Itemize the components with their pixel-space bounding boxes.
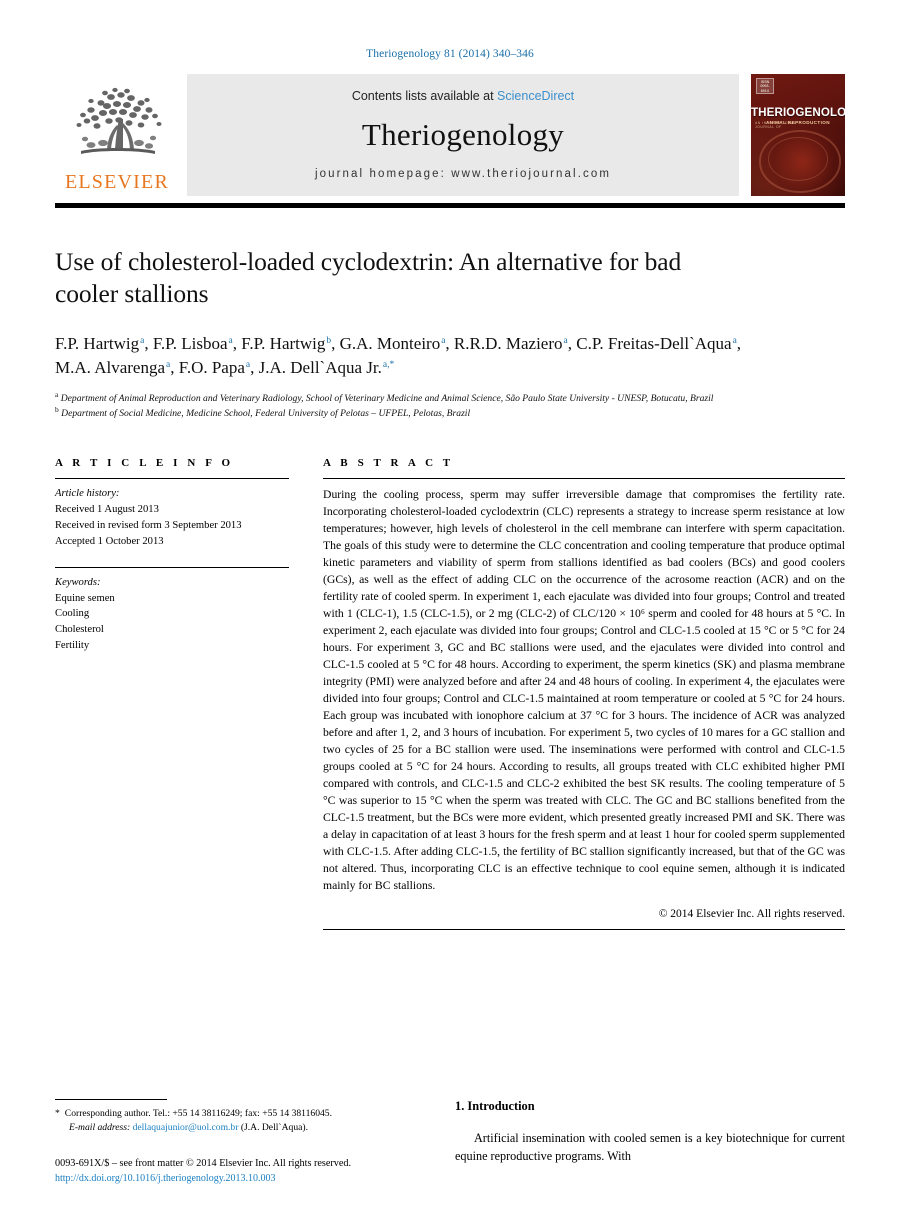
author-affiliation-mark: b [326, 335, 332, 346]
keywords-rule [55, 566, 289, 568]
issn-line: 0093-691X/$ – see front matter © 2014 El… [55, 1157, 352, 1169]
article-history-label: Article history: [55, 488, 120, 500]
sciencedirect-link[interactable]: ScienceDirect [497, 89, 574, 103]
page-footer-region: * Corresponding author. Tel.: +55 14 3811… [55, 1098, 845, 1186]
article-history-item: Accepted 1 October 2013 [55, 535, 164, 547]
keyword-item: Cholesterol [55, 624, 104, 636]
author-name: F.P. Lisboa [152, 334, 228, 354]
article-info-heading: A R T I C L E I N F O [55, 457, 234, 470]
issn-block: 0093-691X/$ – see front matter © 2014 El… [55, 1156, 415, 1186]
footnote-rule [55, 1098, 167, 1100]
author-name: M.A. Alvarenga [55, 358, 166, 378]
email-owner: (J.A. Dell`Aqua). [240, 1122, 308, 1134]
cover-journal-title: THERIOGENOLOGY [751, 105, 845, 119]
running-head: Theriogenology 81 (2014) 340–346 [366, 48, 534, 60]
corresponding-author-note: * Corresponding author. Tel.: +55 14 3811… [55, 1107, 415, 1122]
author-affiliation-mark: a [732, 335, 737, 346]
corresponding-author-text: Corresponding author. Tel.: +55 14 38116… [64, 1107, 333, 1119]
introduction-column: 1. Introduction Artificial insemination … [455, 1099, 845, 1186]
introduction-heading: 1. Introduction [455, 1098, 535, 1113]
author-name: G.A. Monteiro [339, 334, 441, 354]
author-affiliation-mark: a [245, 359, 251, 370]
footnote-star: * [55, 1107, 60, 1119]
journal-cover-thumbnail[interactable]: ISSN 0093-691X THERIOGENOLOGY AN INTERNA… [751, 74, 845, 196]
journal-masthead: ELSEVIER Contents lists available at Sci… [55, 74, 845, 196]
email-link[interactable]: dellaquajunior@uol.com.br [133, 1122, 239, 1133]
info-abstract-columns: A R T I C L E I N F O Article history: R… [55, 457, 845, 931]
journal-banner: Contents lists available at ScienceDirec… [187, 74, 739, 196]
author-affiliation-mark: a,* [382, 359, 395, 370]
keyword-item: Cooling [55, 608, 90, 620]
cover-subtitle: ANIMAL REPRODUCTION [766, 120, 830, 126]
footer-left-column: * Corresponding author. Tel.: +55 14 3811… [55, 1098, 455, 1186]
abstract-body: During the cooling process, sperm may su… [323, 486, 845, 894]
author-affiliation-mark: a [441, 335, 446, 346]
article-history-item: Received 1 August 2013 [55, 503, 159, 515]
article-info-column: A R T I C L E I N F O Article history: R… [55, 457, 323, 930]
author-list: F.P. Hartwiga, F.P. Lisboaa, F.P. Hartwi… [55, 334, 742, 378]
elsevier-wordmark: ELSEVIER [64, 171, 170, 193]
cover-circle-inner [767, 137, 829, 181]
abstract-rule-bottom [323, 929, 845, 931]
masthead-divider [55, 203, 845, 208]
author-name: F.O. Papa [178, 358, 245, 378]
email-note: E-mail address: dellaquajunior@uol.com.b… [55, 1121, 415, 1136]
author-affiliation-mark: a [140, 335, 145, 346]
affiliation-list: a Department of Animal Reproduction and … [55, 390, 815, 422]
article-history-list: Received 1 August 2013 Received in revise… [55, 502, 289, 550]
introduction-paragraph: Artificial insemination with cooled seme… [455, 1130, 845, 1163]
keyword-item: Equine semen [55, 592, 115, 604]
author-affiliation-mark: a [166, 359, 171, 370]
abstract-heading: A B S T R A C T [323, 457, 454, 470]
journal-title: Theriogenology [361, 116, 565, 152]
email-address-label: E-mail address: [69, 1122, 131, 1134]
affiliation-entry: b Department of Social Medicine, Medicin… [55, 405, 471, 420]
abstract-column: A B S T R A C T During the cooling proce… [323, 457, 845, 931]
affiliation-mark: a [55, 389, 59, 399]
cover-issn-badge: ISSN 0093-691X [756, 78, 774, 94]
author-name: F.P. Hartwig [55, 334, 140, 354]
author-name: J.A. Dell`Aqua Jr. [258, 358, 382, 378]
keyword-item: Fertility [55, 640, 90, 652]
abstract-rule-top [323, 478, 845, 480]
article-info-rule-top [55, 478, 289, 480]
title-block: Use of cholesterol-loaded cyclodextrin: … [55, 246, 845, 421]
journal-article-page: Theriogenology 81 (2014) 340–346 ELSEVIE… [0, 0, 900, 1230]
author-name: R.R.D. Maziero [453, 334, 563, 354]
affiliation-entry: a Department of Animal Reproduction and … [55, 389, 714, 404]
author-name: F.P. Hartwig [241, 334, 326, 354]
contents-available-line: Contents lists available at ScienceDirec… [352, 89, 574, 103]
keyword-list: Equine semen Cooling Cholesterol Fertility [55, 591, 289, 655]
copyright-line: © 2014 Elsevier Inc. All rights reserved… [658, 908, 845, 921]
affiliation-mark: b [55, 405, 59, 415]
article-history-item: Received in revised form 3 September 201… [55, 519, 242, 531]
abstract-paragraph: During the cooling process, sperm may su… [323, 488, 845, 893]
elsevier-tree-icon [61, 79, 173, 171]
doi-link[interactable]: http://dx.doi.org/10.1016/j.theriogenolo… [55, 1171, 415, 1186]
journal-homepage-link[interactable]: journal homepage: www.theriojournal.com [315, 168, 611, 180]
elsevier-logo: ELSEVIER [55, 74, 179, 196]
author-affiliation-mark: a [563, 335, 568, 346]
page-title: Use of cholesterol-loaded cyclodextrin: … [55, 247, 682, 309]
keywords-label: Keywords: [55, 576, 101, 588]
author-name: C.P. Freitas-Dell`Aqua [576, 334, 732, 354]
contents-prefix-text: Contents lists available at [351, 88, 498, 103]
author-affiliation-mark: a [228, 335, 233, 346]
